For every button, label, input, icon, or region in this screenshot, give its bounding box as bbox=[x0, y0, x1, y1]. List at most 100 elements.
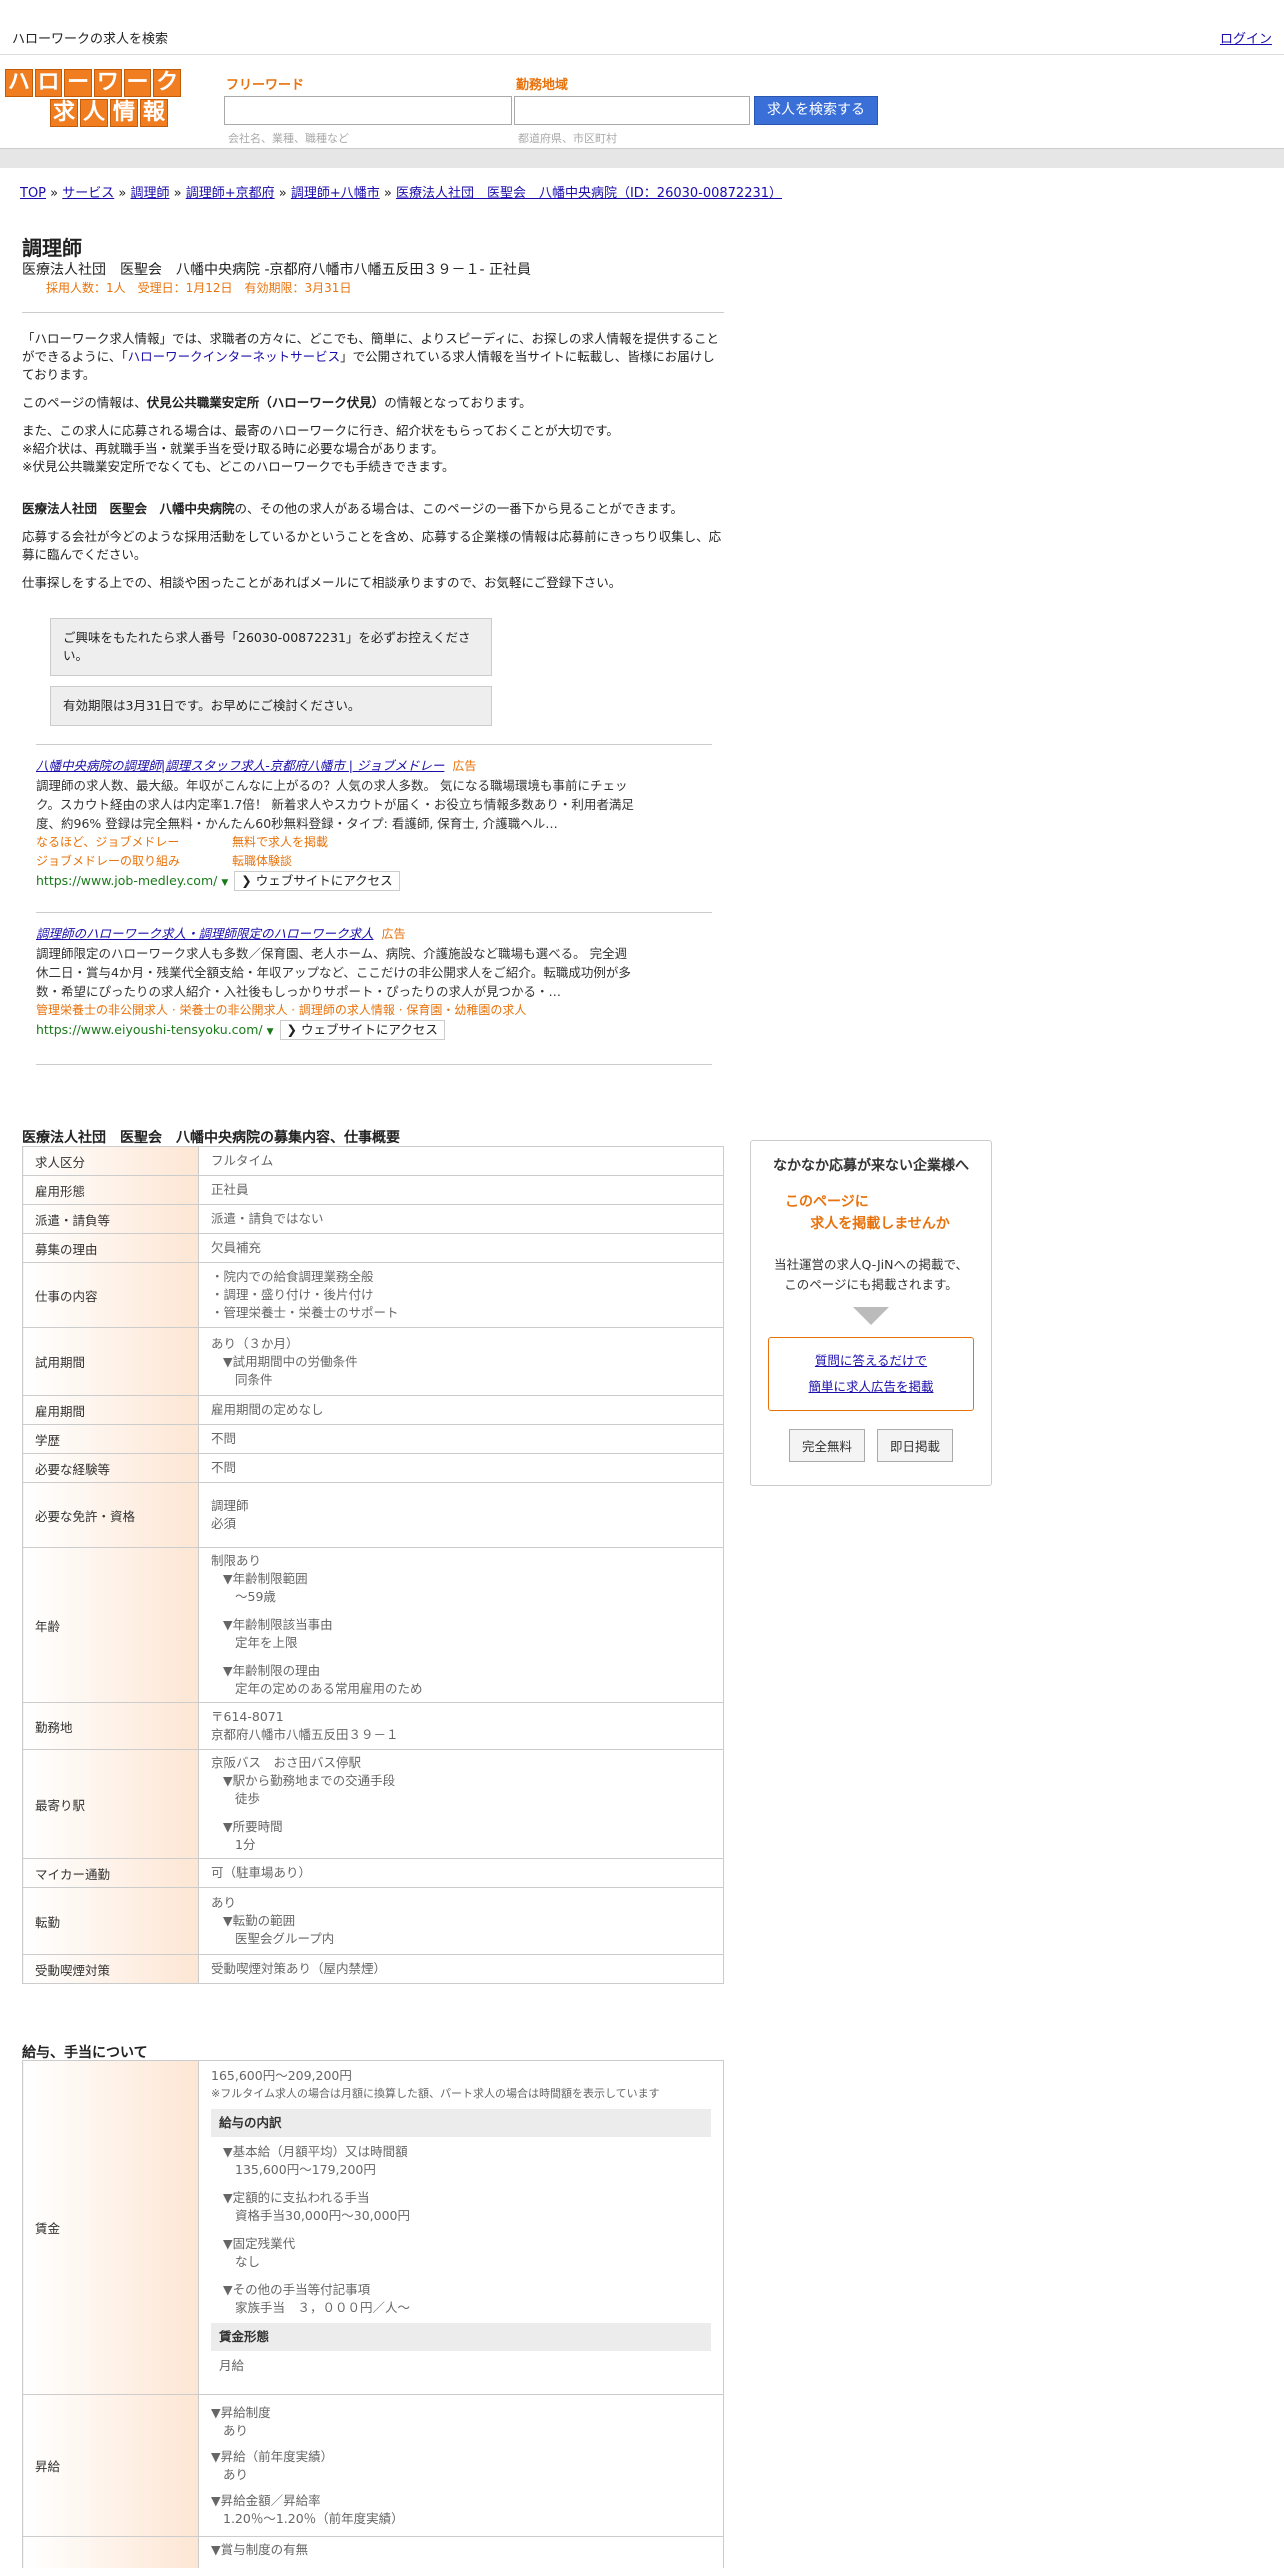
free-button[interactable]: 完全無料 bbox=[788, 1429, 865, 1462]
chevron-right-icon: ❯ bbox=[241, 873, 256, 888]
keyword-input[interactable] bbox=[224, 96, 512, 125]
raise-value: あり bbox=[223, 2422, 249, 2438]
value-line: 不問 bbox=[211, 1460, 237, 1475]
job-meta: 採用人数：1人 受理日：1月12日 有効期限：3月31日 bbox=[46, 281, 352, 295]
search-button[interactable]: 求人を検索する bbox=[754, 96, 878, 125]
ad-url-dropdown-icon[interactable]: ▼ bbox=[267, 1027, 274, 1037]
row-value: 不問 bbox=[198, 1453, 724, 1483]
table-row: 必要な経験等 不問 bbox=[22, 1453, 724, 1483]
wage-form-head: 賃金形態 bbox=[211, 2323, 711, 2351]
table-row: 年齢 制限あり ▼年齢制限範囲 〜59歳 ▼年齢制限該当事由 定年を上限 ▼年齢制限の理由定… bbox=[22, 1547, 724, 1703]
breadcrumb-cook-kyoto[interactable]: 調理師+京都府 bbox=[186, 186, 275, 201]
logo-char: ー bbox=[123, 69, 152, 97]
hellowork-internet-link[interactable]: ハローワークインターネットサービス bbox=[128, 349, 341, 364]
breadcrumb-service[interactable]: サービス bbox=[62, 186, 114, 201]
ad-title-link[interactable]: 調理師のハローワーク求人・調理師限定のハローワーク求人 bbox=[36, 926, 374, 941]
consult-paragraph: 仕事探しをする上での、相談や困ったことがあればメールにて相談承りますので、お気軽… bbox=[22, 575, 622, 590]
referral-text: また、この求人に応募される場合は、最寄のハローワークに行き、紹介状をもらっておく… bbox=[22, 423, 619, 438]
breakdown-item: ▼基本給（月額平均）又は時間額 bbox=[223, 2144, 408, 2159]
ad-url[interactable]: https://www.job-medley.com/ bbox=[36, 873, 217, 888]
breadcrumb-cook[interactable]: 調理師 bbox=[130, 186, 169, 201]
logo-char: ー bbox=[64, 69, 93, 97]
source-paragraph: このページの情報は、伏見公共職業安定所（ハローワーク伏見）の情報となっております… bbox=[22, 394, 724, 412]
breadcrumb-job[interactable]: 医療法人社団 医聖会 八幡中央病院（ID：26030-00872231） bbox=[396, 186, 782, 201]
value-line: ▼年齢制限の理由 bbox=[223, 1663, 321, 1678]
wage-note: ※フルタイム求人の場合は月額に換算した額、パート求人の場合は時間額を表示していま… bbox=[211, 2087, 660, 2100]
row-label: 雇用期間 bbox=[22, 1395, 199, 1425]
row-value: 可（駐車場あり） bbox=[198, 1858, 724, 1888]
value-line: ・調理・盛り付け・後片付け bbox=[211, 1287, 374, 1302]
breakdown-item: ▼その他の手当等付記事項 bbox=[223, 2282, 371, 2297]
promo-link[interactable]: 簡単に求人広告を掲載 bbox=[769, 1374, 973, 1400]
value-line: 受動喫煙対策あり（屋内禁煙） bbox=[211, 1961, 387, 1976]
ad-url-dropdown-icon[interactable]: ▼ bbox=[221, 878, 228, 888]
same-day-button[interactable]: 即日掲載 bbox=[877, 1429, 954, 1462]
table-row: 派遣・請負等 派遣・請負ではない bbox=[22, 1204, 724, 1234]
chevron-right-icon: ❯ bbox=[286, 1022, 301, 1037]
ad-url[interactable]: https://www.eiyoushi-tensyoku.com/ bbox=[36, 1022, 263, 1037]
keyword-label: フリーワード bbox=[226, 78, 305, 93]
area-hint: 都道府県、市区町村 bbox=[518, 132, 617, 145]
row-value: 正社員 bbox=[198, 1175, 724, 1205]
row-label: 試用期間 bbox=[22, 1327, 199, 1396]
employer-line: 医療法人社団 医聖会 八幡中央病院 -京都府八幡市八幡五反田３９－１- 正社員 bbox=[22, 262, 532, 278]
promo-title: なかなか応募が来ない企業様へ bbox=[773, 1158, 969, 1174]
breadcrumb-top[interactable]: TOP bbox=[20, 186, 46, 201]
value-line: ▼年齢制限範囲 bbox=[223, 1571, 308, 1586]
logo-char: ハ bbox=[5, 69, 33, 97]
row-value: 雇用期間の定めなし bbox=[198, 1395, 724, 1425]
value-line: ▼試用期間中の労働条件 bbox=[223, 1353, 358, 1369]
ad-block: 調理師のハローワーク求人・調理師限定のハローワーク求人 広告 調理師限定のハローワ… bbox=[36, 924, 636, 1042]
value-line: 必須 bbox=[211, 1516, 237, 1531]
promo-link[interactable]: 質問に答えるだけで bbox=[769, 1348, 973, 1374]
deadline-notice: 有効期限は3月31日です。お早めにご検討ください。 bbox=[50, 686, 492, 726]
ad-sitelink[interactable]: 無料で求人を掲載 bbox=[232, 835, 328, 849]
value-line: 医聖会グループ内 bbox=[235, 1931, 335, 1946]
ad-sitelink[interactable]: 管理栄養士の非公開求人 · 栄養士の非公開求人 · 調理師の求人情報 · 保育園… bbox=[36, 1003, 526, 1017]
employer-name: 医療法人社団 医聖会 八幡中央病院 bbox=[22, 501, 235, 516]
row-value: 不問 bbox=[198, 1424, 724, 1454]
breakdown-value: なし bbox=[235, 2254, 261, 2269]
raise-value: あり bbox=[223, 2466, 249, 2482]
divider bbox=[36, 912, 712, 913]
area-input[interactable] bbox=[514, 96, 750, 125]
visit-website-button[interactable]: ❯ ウェブサイトにアクセス bbox=[234, 871, 400, 891]
table-row: 最寄り駅 京阪バス おさ田バス停駅 ▼駅から勤務地までの交通手段 徒歩 ▼所要時間 1分 bbox=[22, 1749, 724, 1859]
salary-heading: 給与、手当について bbox=[22, 2045, 148, 2061]
breakdown-value: 資格手当30,000円〜30,000円 bbox=[235, 2208, 410, 2223]
source-text: このページの情報は、 bbox=[22, 395, 147, 410]
wage-range: 165,600円〜209,200円 bbox=[211, 2068, 352, 2083]
row-label bbox=[22, 2536, 199, 2568]
ad-sitelink[interactable]: 転職体験談 bbox=[232, 854, 292, 868]
breadcrumb-cook-yawata[interactable]: 調理師+八幡市 bbox=[291, 186, 380, 201]
value-line: 欠員補充 bbox=[211, 1240, 262, 1255]
row-label: 昇給 bbox=[22, 2394, 199, 2537]
search-bar: ハ ロ ー ワ ー ク 求 人 情 報 フリーワード 会社名、業種、職種など 勤… bbox=[0, 56, 1284, 148]
hellowork-logo[interactable]: ハ ロ ー ワ ー ク 求 人 情 報 bbox=[4, 68, 182, 128]
ad-sitelink[interactable]: なるほど、ジョブメドレー bbox=[36, 833, 232, 852]
breakdown-value: 135,600円〜179,200円 bbox=[235, 2162, 376, 2177]
row-value: あり（３か月） ▼試用期間中の労働条件 同条件 bbox=[198, 1327, 724, 1396]
visit-label: ウェブサイトにアクセス bbox=[255, 873, 393, 888]
wage-breakdown-head: 給与の内訳 bbox=[211, 2109, 711, 2137]
promo-catch-line: このページに bbox=[785, 1194, 869, 1210]
promo-catch: このページに 求人を掲載しませんか bbox=[751, 1191, 991, 1235]
row-label: 雇用形態 bbox=[22, 1175, 199, 1205]
row-value: ・院内での給食調理業務全般 ・調理・盛り付け・後片付け ・管理栄養士・栄養士のサポー… bbox=[198, 1262, 724, 1328]
promo-body: 当社運営の求人Q-JiNへの掲載で、 このページにも掲載されます。 bbox=[751, 1255, 991, 1295]
row-value: 欠員補充 bbox=[198, 1233, 724, 1263]
row-label: 賃金 bbox=[22, 2060, 199, 2395]
divider bbox=[36, 1064, 712, 1065]
value-line: 京阪バス おさ田バス停駅 bbox=[211, 1755, 362, 1770]
visit-website-button[interactable]: ❯ ウェブサイトにアクセス bbox=[279, 1020, 445, 1040]
ad-sitelink[interactable]: ジョブメドレーの取り組み bbox=[36, 852, 232, 871]
value-line: ▼駅から勤務地までの交通手段 bbox=[223, 1773, 396, 1788]
ad-title-link[interactable]: 八幡中央病院の調理師|調理スタッフ求人-京都府八幡市 | ジョブメドレー bbox=[36, 758, 444, 773]
value-line: 雇用期間の定めなし bbox=[211, 1402, 324, 1417]
table-row: 転勤 あり ▼転勤の範囲 医聖会グループ内 bbox=[22, 1887, 724, 1955]
promo-body-line: 当社運営の求人Q-JiNへの掲載で、 bbox=[774, 1257, 968, 1272]
login-link[interactable]: ログイン bbox=[1220, 28, 1272, 47]
down-arrow-icon bbox=[853, 1307, 889, 1325]
other-jobs-paragraph: 医療法人社団 医聖会 八幡中央病院の、その他の求人がある場合は、このページの一番… bbox=[22, 500, 724, 518]
referral-note: ※紹介状は、再就職手当・就業手当を受け取る時に必要な場合があります。 bbox=[22, 441, 444, 456]
